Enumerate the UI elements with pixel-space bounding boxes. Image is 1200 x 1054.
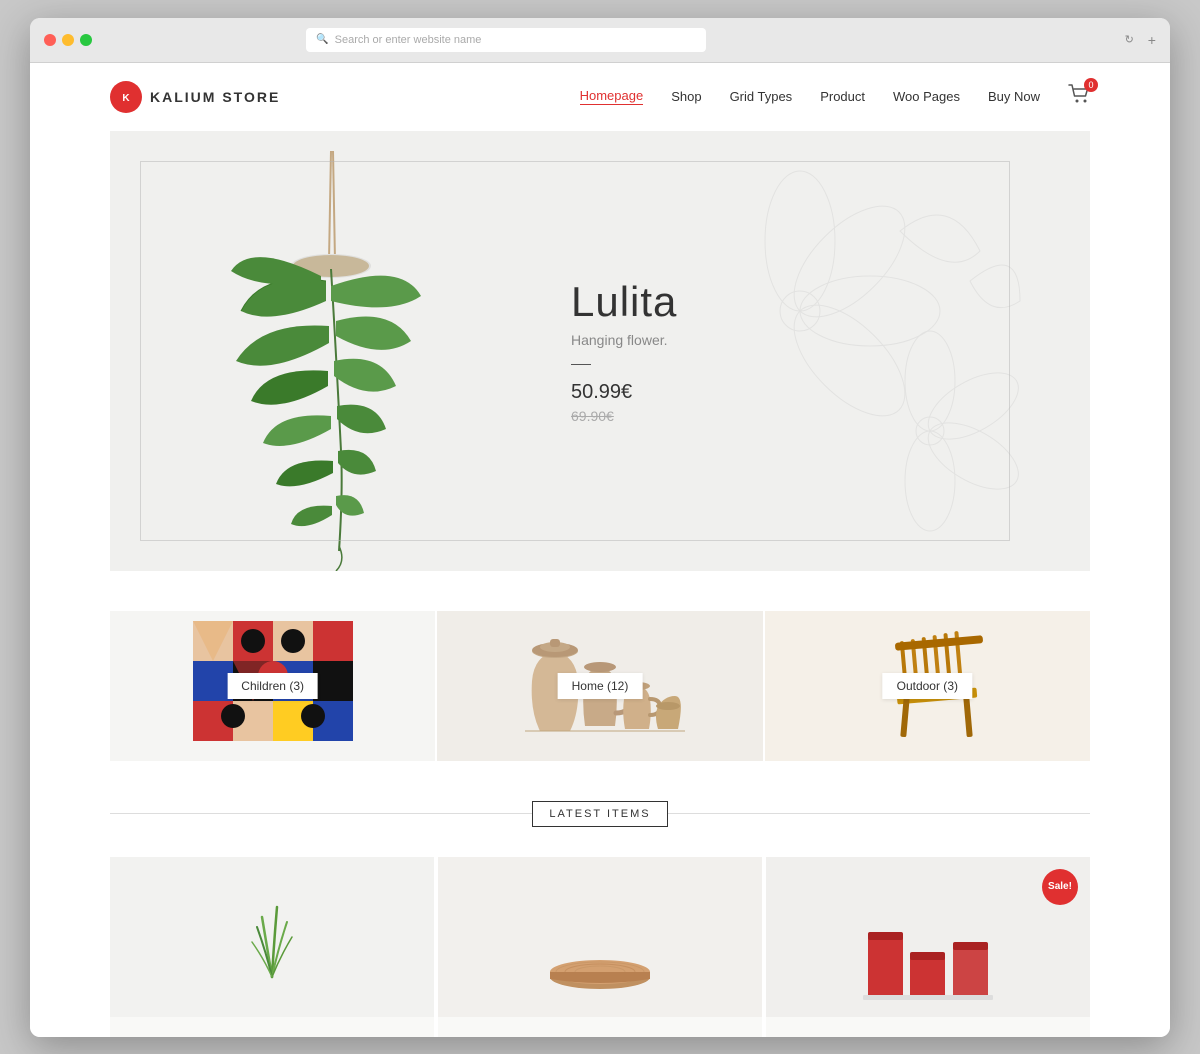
outdoor-label: Outdoor (3) — [883, 673, 972, 699]
hero-product-name: Lulita — [571, 278, 677, 326]
site-nav: Homepage Shop Grid Types Product Woo Pag… — [580, 84, 1090, 109]
product-boskke-cube[interactable]: Boskke Cube — [110, 857, 434, 1037]
site-logo[interactable]: K KALIUM STORE — [110, 81, 280, 113]
children-label: Children (3) — [227, 673, 318, 699]
cart-count: 0 — [1084, 78, 1098, 92]
new-tab-button[interactable]: + — [1148, 32, 1156, 48]
product-card-inner-2: Oak Tray — [438, 1017, 762, 1037]
product-shapemaker[interactable]: Sale! — [766, 857, 1090, 1037]
minimize-button[interactable] — [62, 34, 74, 46]
home-label: Home (12) — [558, 673, 643, 699]
search-icon: 🔍 — [316, 34, 328, 45]
hero-divider — [571, 364, 591, 365]
hero-product-desc: Hanging flower. — [571, 332, 677, 348]
nav-shop[interactable]: Shop — [671, 89, 701, 104]
address-bar[interactable]: 🔍 Search or enter website name — [306, 28, 706, 52]
hero-plant — [110, 131, 551, 571]
browser-dots — [44, 34, 92, 46]
product-card-inner-3: Shapemaker — [766, 1017, 1090, 1037]
browser-window: 🔍 Search or enter website name ↻ + K KAL… — [30, 18, 1170, 1037]
nav-buy-now[interactable]: Buy Now — [988, 89, 1040, 104]
latest-section: LATEST ITEMS — [110, 801, 1090, 1037]
nav-grid-types[interactable]: Grid Types — [730, 89, 793, 104]
latest-line-left — [110, 813, 532, 814]
latest-title: LATEST ITEMS — [532, 801, 667, 827]
latest-line-right — [668, 813, 1090, 814]
product-card-inner: Boskke Cube — [110, 1017, 434, 1037]
categories-section: Children (3) — [110, 611, 1090, 761]
maximize-button[interactable] — [80, 34, 92, 46]
hero-price-old: 69.90€ — [571, 408, 677, 424]
category-children[interactable]: Children (3) — [110, 611, 435, 761]
latest-header: LATEST ITEMS — [110, 801, 1090, 827]
hero-section: Lulita Hanging flower. 50.99€ 69.90€ — [110, 131, 1090, 571]
logo-icon: K — [110, 81, 142, 113]
site-header: K KALIUM STORE Homepage Shop Grid Types … — [30, 63, 1170, 131]
products-grid: Boskke Cube — [110, 857, 1090, 1037]
nav-homepage[interactable]: Homepage — [580, 88, 644, 105]
product-oak-tray[interactable]: Oak Tray — [438, 857, 762, 1037]
page-content: K KALIUM STORE Homepage Shop Grid Types … — [30, 63, 1170, 1037]
logo-text: KALIUM STORE — [150, 89, 280, 105]
refresh-button[interactable]: ↻ — [1125, 33, 1134, 46]
category-home[interactable]: Home (12) — [437, 611, 762, 761]
sale-badge: Sale! — [1042, 869, 1078, 905]
browser-toolbar: 🔍 Search or enter website name ↻ + — [30, 18, 1170, 63]
category-outdoor[interactable]: Outdoor (3) — [765, 611, 1090, 761]
nav-product[interactable]: Product — [820, 89, 865, 104]
svg-text:K: K — [122, 93, 130, 104]
address-text: Search or enter website name — [335, 34, 482, 46]
hero-text: Lulita Hanging flower. 50.99€ 69.90€ — [551, 238, 717, 464]
nav-woo-pages[interactable]: Woo Pages — [893, 89, 960, 104]
close-button[interactable] — [44, 34, 56, 46]
cart-button[interactable]: 0 — [1068, 84, 1090, 109]
hero-price-new: 50.99€ — [571, 381, 677, 404]
